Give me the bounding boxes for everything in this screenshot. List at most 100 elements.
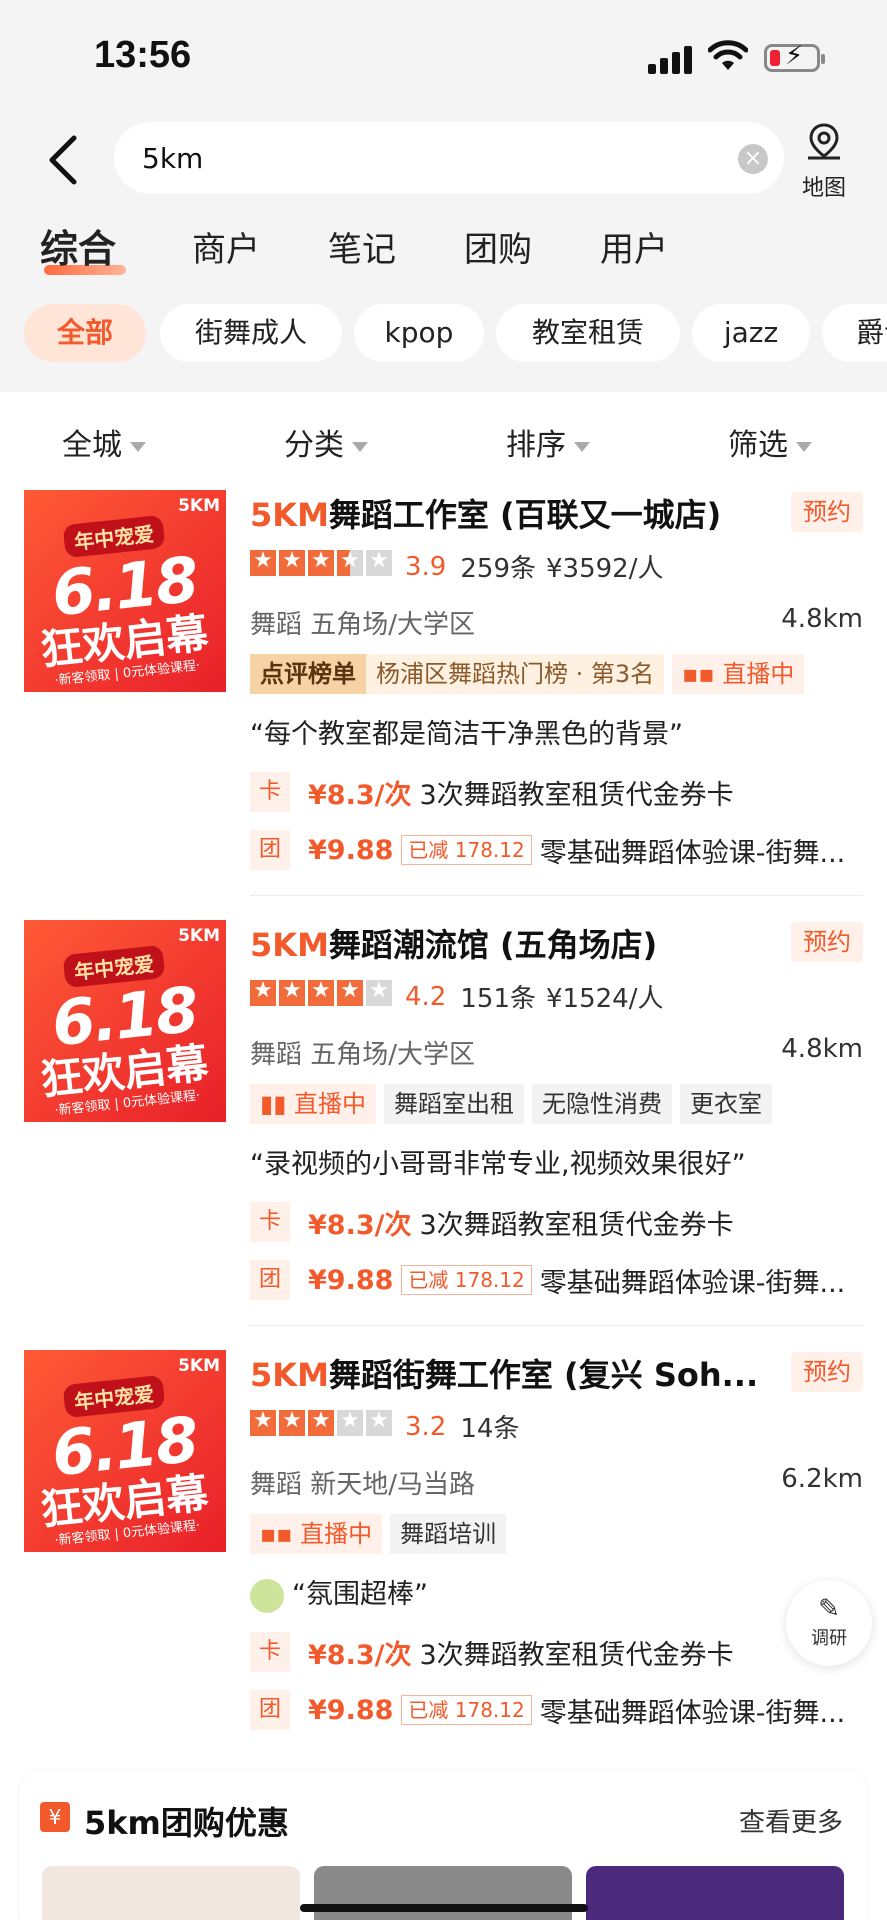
badge-row: ▪▪ 直播中 舞蹈培训 bbox=[250, 1514, 514, 1554]
live-badge[interactable]: ▮▮ 直播中 bbox=[250, 1084, 377, 1124]
tab-label: 综合 bbox=[40, 227, 117, 271]
chip-room-rental[interactable]: 教室租赁 bbox=[496, 304, 680, 362]
discount-badge: 已减 178.12 bbox=[401, 835, 532, 865]
shop-title[interactable]: 5KM舞蹈工作室 (百联又一城店) bbox=[250, 490, 721, 536]
shop-title[interactable]: 5KM舞蹈街舞工作室 (复兴 Soh... bbox=[250, 1350, 758, 1396]
badge-row: ▮▮ 直播中 舞蹈室出租 无隐性消费 更衣室 bbox=[250, 1084, 780, 1124]
badge-row: 点评榜单 杨浦区舞蹈热门榜 · 第3名 ▪▪ 直播中 bbox=[250, 654, 812, 694]
dropdown-icon bbox=[130, 441, 146, 452]
clear-icon[interactable]: × bbox=[738, 144, 768, 174]
deal-group[interactable]: 团 ¥9.88 已减 178.12 零基础舞蹈体验课-街舞... bbox=[250, 1690, 845, 1730]
deal-text: 3次舞蹈教室租赁代金券卡 bbox=[419, 779, 734, 811]
filter-sort[interactable]: 排序 bbox=[506, 420, 590, 464]
rank-value: 杨浦区舞蹈热门榜 · 第3名 bbox=[376, 660, 655, 688]
chip-all[interactable]: 全部 bbox=[24, 304, 146, 362]
chip-street-dance[interactable]: 街舞成人 bbox=[160, 304, 342, 362]
review-quote: “录视频的小哥哥非常专业,视频效果很好” bbox=[250, 1149, 746, 1180]
rating-stars bbox=[250, 978, 395, 1013]
back-icon[interactable] bbox=[44, 132, 84, 188]
card-icon: 卡 bbox=[250, 772, 290, 812]
tab-groupbuy[interactable]: 团购 bbox=[464, 222, 532, 271]
feature-badge: 舞蹈室出租 bbox=[384, 1084, 525, 1124]
filter-label: 筛选 bbox=[728, 428, 788, 463]
shop-card[interactable]: 5KM 年中宠爱 6.18 狂欢启幕 ·新客领取 | 0元体验课程· 5KM舞蹈… bbox=[0, 490, 887, 910]
tab-merchants[interactable]: 商户 bbox=[192, 222, 260, 271]
rating-score: 4.2 bbox=[405, 981, 447, 1012]
shop-category-area: 舞蹈 五角场/大学区 bbox=[250, 610, 476, 640]
chip-jazz-cn[interactable]: 爵士 bbox=[822, 304, 887, 362]
book-button[interactable]: 预约 bbox=[791, 1352, 863, 1392]
chip-jazz[interactable]: jazz bbox=[692, 304, 810, 362]
search-header: 5km × 地图 bbox=[0, 118, 887, 202]
group-icon: 团 bbox=[250, 830, 290, 870]
shop-card[interactable]: 5KM 年中宠爱 6.18 狂欢启幕 ·新客领取 | 0元体验课程· 5KM舞蹈… bbox=[0, 920, 887, 1340]
book-button[interactable]: 预约 bbox=[791, 922, 863, 962]
chip-kpop[interactable]: kpop bbox=[354, 304, 484, 362]
map-button[interactable]: 地图 bbox=[798, 122, 850, 202]
deal-image[interactable] bbox=[586, 1866, 844, 1920]
live-badge[interactable]: ▪▪ 直播中 bbox=[672, 654, 805, 694]
group-icon: 团 bbox=[250, 1690, 290, 1730]
deal-card[interactable]: 卡 ¥8.3/次 3次舞蹈教室租赁代金券卡 bbox=[250, 1632, 734, 1672]
survey-label: 调研 bbox=[811, 1628, 847, 1649]
discount-badge: 已减 178.12 bbox=[401, 1265, 532, 1295]
deal-text: 零基础舞蹈体验课-街舞... bbox=[539, 1267, 846, 1299]
rating-score: 3.9 bbox=[405, 551, 447, 582]
deal-image[interactable] bbox=[42, 1866, 300, 1920]
deal-text: 零基础舞蹈体验课-街舞... bbox=[539, 837, 846, 869]
filter-label: 排序 bbox=[506, 428, 566, 463]
deal-text: 零基础舞蹈体验课-街舞... bbox=[539, 1697, 846, 1729]
tab-notes[interactable]: 笔记 bbox=[328, 222, 396, 271]
status-bar: 13:56 ⚡ bbox=[0, 0, 887, 110]
feature-badge: 更衣室 bbox=[680, 1084, 773, 1124]
dropdown-icon bbox=[574, 441, 590, 452]
see-more-link[interactable]: 查看更多 bbox=[739, 1802, 843, 1839]
filter-category[interactable]: 分类 bbox=[284, 420, 368, 464]
review-quote-row: “氛围超棒” bbox=[250, 1572, 428, 1613]
rating-stars bbox=[250, 1408, 395, 1443]
shop-name: 舞蹈街舞工作室 (复兴 Soh... bbox=[328, 1356, 759, 1394]
discount-badge: 已减 178.12 bbox=[401, 1695, 532, 1725]
tab-all[interactable]: 综合 bbox=[40, 218, 126, 275]
deal-price: ¥9.88 bbox=[308, 1264, 394, 1296]
edit-icon: ✎ bbox=[818, 1594, 840, 1624]
avg-price: ¥1524/人 bbox=[546, 984, 664, 1014]
live-badge[interactable]: ▪▪ 直播中 bbox=[250, 1514, 383, 1554]
tab-users[interactable]: 用户 bbox=[600, 222, 668, 271]
filter-screen[interactable]: 筛选 bbox=[728, 420, 812, 464]
rating-row: 4.2 151条 ¥1524/人 bbox=[250, 978, 663, 1014]
map-label: 地图 bbox=[801, 176, 846, 201]
shop-distance: 4.8km bbox=[781, 1034, 863, 1064]
survey-button[interactable]: ✎ 调研 bbox=[786, 1580, 872, 1666]
section-title: 5km团购优惠 bbox=[84, 1804, 289, 1842]
review-quote: “每个教室都是简洁干净黑色的背景” bbox=[250, 719, 683, 750]
review-count: 259条 bbox=[460, 554, 536, 584]
feature-badge: 无隐性消费 bbox=[532, 1084, 673, 1124]
shop-brand: 5KM bbox=[250, 496, 329, 534]
shop-thumbnail: 5KM 年中宠爱 6.18 狂欢启幕 ·新客领取 | 0元体验课程· bbox=[24, 490, 226, 692]
search-input[interactable]: 5km × bbox=[114, 122, 784, 194]
category-chips: 全部 街舞成人 kpop 教室租赁 jazz 爵士 bbox=[0, 304, 887, 364]
result-tabs: 综合 商户 笔记 团购 用户 bbox=[0, 218, 887, 278]
rank-key: 点评榜单 bbox=[250, 654, 366, 694]
battery-icon: ⚡ bbox=[764, 43, 825, 72]
deal-price: ¥9.88 bbox=[308, 1694, 394, 1726]
shop-card[interactable]: 5KM 年中宠爱 6.18 狂欢启幕 ·新客领取 | 0元体验课程· 5KM舞蹈… bbox=[0, 1350, 887, 1770]
deal-group[interactable]: 团 ¥9.88 已减 178.12 零基础舞蹈体验课-街舞... bbox=[250, 830, 845, 870]
deal-price: ¥8.3/次 bbox=[308, 779, 412, 811]
filter-bar: 全城 分类 排序 筛选 bbox=[0, 420, 887, 470]
book-button[interactable]: 预约 bbox=[791, 492, 863, 532]
shop-brand: 5KM bbox=[250, 1356, 329, 1394]
thumb-brand: 5KM bbox=[178, 496, 220, 516]
deal-card[interactable]: 卡 ¥8.3/次 3次舞蹈教室租赁代金券卡 bbox=[250, 1202, 734, 1242]
filter-city[interactable]: 全城 bbox=[62, 420, 146, 464]
wifi-icon bbox=[708, 40, 748, 70]
deal-group[interactable]: 团 ¥9.88 已减 178.12 零基础舞蹈体验课-街舞... bbox=[250, 1260, 845, 1300]
deal-card[interactable]: 卡 ¥8.3/次 3次舞蹈教室租赁代金券卡 bbox=[250, 772, 734, 812]
divider bbox=[250, 895, 863, 896]
rank-badge[interactable]: 点评榜单 杨浦区舞蹈热门榜 · 第3名 bbox=[250, 654, 665, 694]
shop-title[interactable]: 5KM舞蹈潮流馆 (五角场店) bbox=[250, 920, 657, 966]
filter-label: 全城 bbox=[62, 428, 122, 463]
avg-price: ¥3592/人 bbox=[546, 554, 664, 584]
map-pin-icon bbox=[808, 123, 840, 160]
